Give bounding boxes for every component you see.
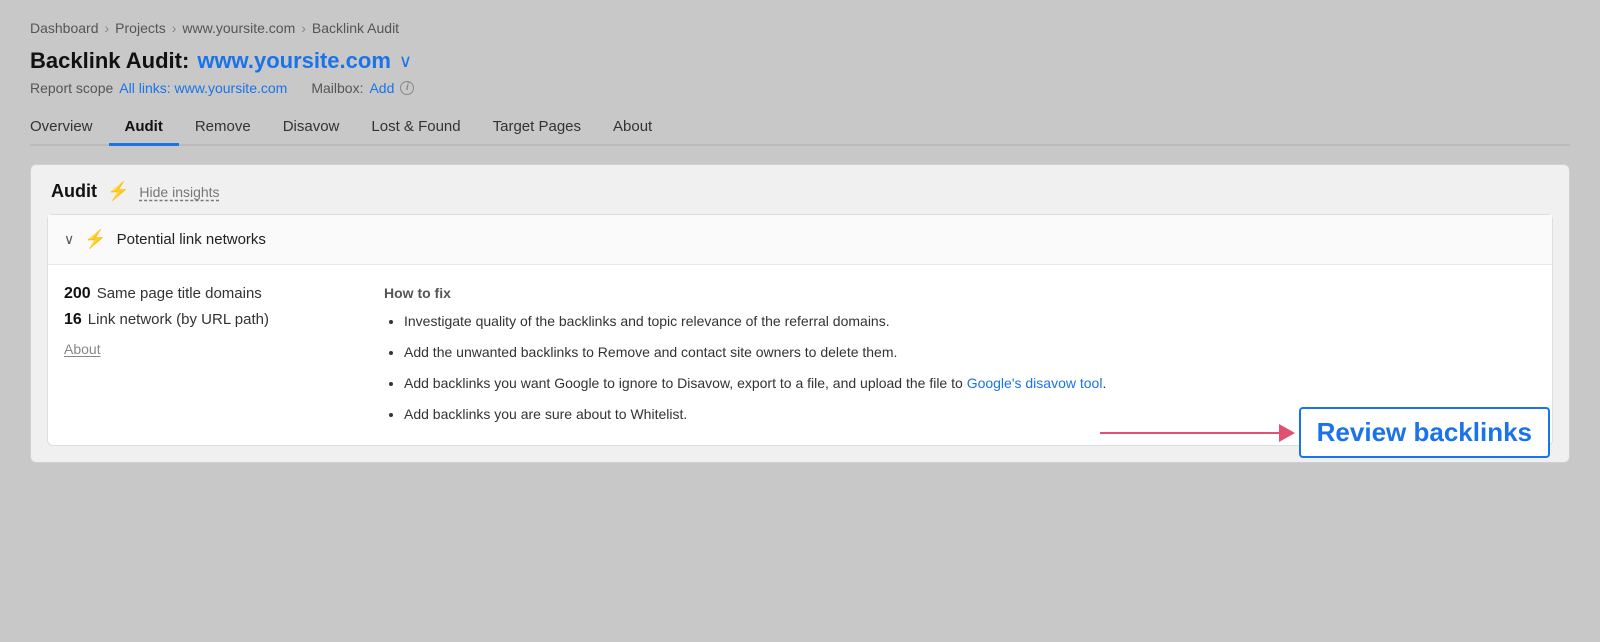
card-title: Potential link networks <box>117 231 266 248</box>
breadcrumb-current: Backlink Audit <box>312 20 399 36</box>
tab-disavow[interactable]: Disavow <box>267 110 356 146</box>
report-scope-label: Report scope <box>30 80 113 96</box>
breadcrumb-sep-3: › <box>301 20 306 36</box>
how-to-fix-column: How to fix Investigate quality of the ba… <box>384 285 1536 425</box>
breadcrumb-projects[interactable]: Projects <box>115 20 166 36</box>
chevron-down-icon[interactable]: ∨ <box>64 231 74 248</box>
bullet-3: Add backlinks you want Google to ignore … <box>404 373 1536 394</box>
tab-lost-found[interactable]: Lost & Found <box>355 110 476 146</box>
card-bolt-icon: ⚡ <box>84 229 106 250</box>
mailbox-add-link[interactable]: Add <box>369 80 394 96</box>
breadcrumb-sep-1: › <box>105 20 110 36</box>
stat-label-1: Same page title domains <box>97 285 262 302</box>
stat-row-1: 200 Same page title domains <box>64 285 344 303</box>
tab-target-pages[interactable]: Target Pages <box>477 110 597 146</box>
page-title-row: Backlink Audit: www.yoursite.com ∨ <box>30 48 1570 74</box>
tab-about[interactable]: About <box>597 110 668 146</box>
review-backlinks-callout: Review backlinks <box>1100 407 1550 458</box>
nav-tabs: Overview Audit Remove Disavow Lost & Fou… <box>30 110 1570 146</box>
breadcrumb-site[interactable]: www.yoursite.com <box>182 20 295 36</box>
tab-remove[interactable]: Remove <box>179 110 267 146</box>
breadcrumb: Dashboard › Projects › www.yoursite.com … <box>30 20 1570 36</box>
hide-insights-link[interactable]: Hide insights <box>139 184 219 200</box>
bullet-2: Add the unwanted backlinks to Remove and… <box>404 342 1536 363</box>
dropdown-chevron-icon[interactable]: ∨ <box>399 51 412 72</box>
report-scope-row: Report scope All links: www.yoursite.com… <box>30 80 1570 96</box>
arrow-shaft <box>1100 432 1280 434</box>
stat-number-1: 200 <box>64 285 91 303</box>
how-to-fix-title: How to fix <box>384 285 1536 301</box>
breadcrumb-dashboard[interactable]: Dashboard <box>30 20 99 36</box>
audit-section-header: Audit ⚡ Hide insights <box>31 165 1569 214</box>
breadcrumb-sep-2: › <box>172 20 177 36</box>
tab-audit[interactable]: Audit <box>109 110 179 146</box>
mailbox-label: Mailbox: <box>311 80 363 96</box>
stats-column: 200 Same page title domains 16 Link netw… <box>64 285 344 425</box>
stat-number-2: 16 <box>64 311 82 329</box>
arrow-tip-icon <box>1279 424 1295 442</box>
disavow-tool-link[interactable]: Google's disavow tool <box>967 375 1103 391</box>
review-backlinks-label: Review backlinks <box>1299 407 1550 458</box>
audit-title: Audit <box>51 181 97 202</box>
tab-overview[interactable]: Overview <box>30 110 109 146</box>
page-title-domain[interactable]: www.yoursite.com <box>197 48 391 74</box>
bolt-icon: ⚡ <box>107 181 129 202</box>
insights-card-header: ∨ ⚡ Potential link networks <box>48 215 1552 265</box>
bullet-1: Investigate quality of the backlinks and… <box>404 311 1536 332</box>
about-link[interactable]: About <box>64 341 101 357</box>
info-icon[interactable]: i <box>400 81 414 95</box>
page-title-static: Backlink Audit: <box>30 48 189 74</box>
report-scope-link[interactable]: All links: www.yoursite.com <box>119 80 287 96</box>
stat-label-2: Link network (by URL path) <box>88 311 269 328</box>
stat-row-2: 16 Link network (by URL path) <box>64 311 344 329</box>
